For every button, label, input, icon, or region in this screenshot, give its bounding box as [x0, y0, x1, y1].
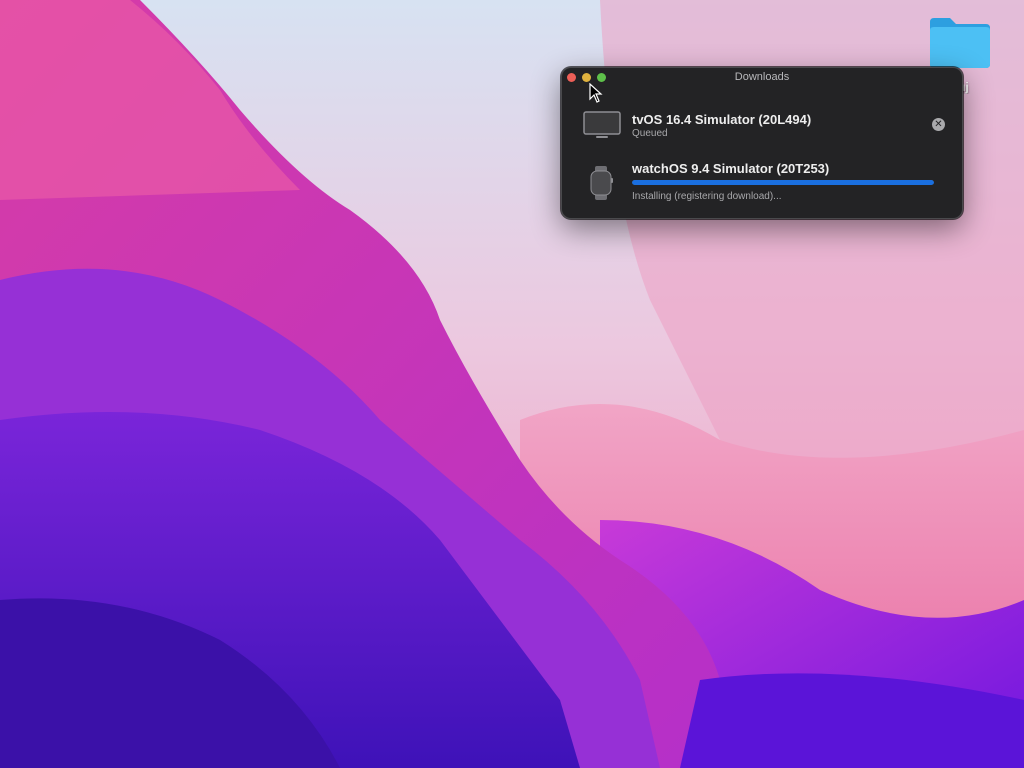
download-name: tvOS 16.4 Simulator (20L494): [632, 112, 812, 127]
cancel-download-button[interactable]: ✕: [932, 118, 945, 131]
folder-label[interactable]: uj: [958, 80, 998, 94]
desktop: uj Downloads tvOS 16.4 Simulator (20L494…: [0, 0, 1024, 768]
watch-icon: [590, 166, 613, 200]
folder-icon[interactable]: [926, 12, 994, 72]
tv-icon: [583, 111, 621, 138]
download-status: Installing (registering download)...: [632, 191, 782, 202]
download-progress-bar: [632, 180, 934, 185]
download-item-tvos[interactable]: tvOS 16.4 Simulator (20L494) Queued ✕: [562, 102, 962, 142]
title-bar[interactable]: Downloads: [562, 68, 962, 88]
downloads-window: Downloads tvOS 16.4 Simulator (20L494) Q…: [561, 67, 963, 219]
download-item-watchos[interactable]: watchOS 9.4 Simulator (20T253) Installin…: [562, 156, 962, 208]
download-name: watchOS 9.4 Simulator (20T253): [632, 161, 830, 176]
window-title: Downloads: [734, 71, 790, 83]
download-progress-fill: [632, 180, 934, 185]
download-status: Queued: [632, 128, 668, 139]
mouse-cursor: [589, 83, 603, 103]
